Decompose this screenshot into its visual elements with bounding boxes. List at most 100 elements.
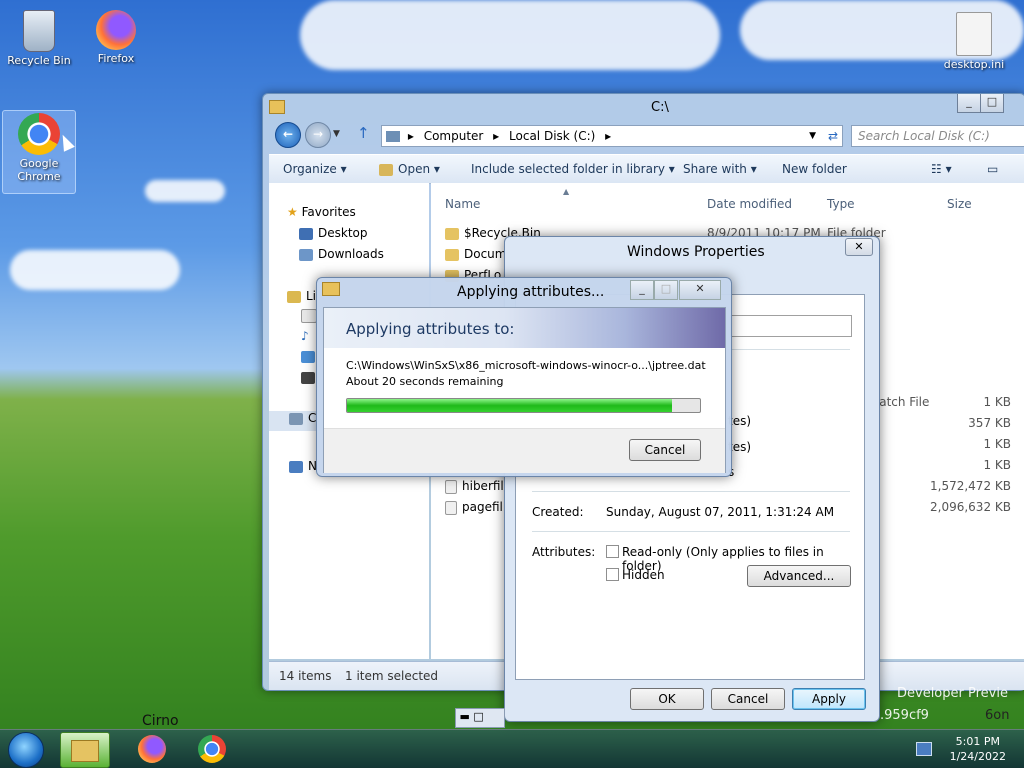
ok-button[interactable]: OK [630,688,704,710]
hidden-checkbox[interactable] [606,568,619,581]
progress-heading: Applying attributes to: [346,320,515,338]
library-pictures-icon[interactable] [301,351,315,363]
cloud [145,180,225,202]
start-orb-icon[interactable] [8,732,44,768]
collapsed-window-buttons[interactable]: ▬ □ [455,708,505,728]
desktop-icon-recycle-bin[interactable]: Recycle Bin [3,8,75,67]
cancel-button[interactable]: Cancel [629,439,701,461]
open-button[interactable]: Open ▾ [379,162,440,176]
address-dropdown-icon[interactable]: ▼ [809,126,816,146]
chrome-taskbar-button[interactable] [188,732,236,766]
new-folder-button[interactable]: New folder [782,162,847,176]
desktop-icon-label: desktop.ini [943,58,1005,71]
column-header-date[interactable]: Date modified [707,197,792,211]
clock-time: 5:01 PM [955,735,1000,748]
address-bar[interactable]: ▸ Computer ▸ Local Disk (C:) ▸ ▼ ⇄ [381,125,843,147]
desktop-icon-desktop-ini[interactable]: desktop.ini [938,10,1010,71]
minimize-button[interactable]: _ [957,94,981,113]
computer-icon [386,131,400,142]
progress-path: C:\Windows\WinSxS\x86_microsoft-windows-… [346,359,706,372]
forward-button-icon[interactable]: → [305,122,331,148]
table-row[interactable]: e 357 KB [871,416,1021,434]
column-header-size[interactable]: Size [947,197,972,211]
window-title: C:\ [651,100,669,115]
clock-date: 1/24/2022 [949,750,1006,763]
column-header-name[interactable]: Name [445,197,480,211]
explorer-taskbar-button[interactable] [60,732,110,768]
libraries-icon [287,290,301,303]
breadcrumb-separator-icon[interactable]: ▸ [605,129,611,143]
background-watermark-text: 6on [985,708,1010,723]
column-header-type[interactable]: Type [827,197,855,211]
minimize-button[interactable]: _ [630,280,654,300]
taskbar: 5:01 PM 1/24/2022 [0,729,1024,768]
navigation-bar: ← → ▼ ↑ ▸ Computer ▸ Local Disk (C:) ▸ ▼… [271,122,1024,148]
progress-bar [346,398,701,413]
dialog-title: Windows Properties [627,244,765,260]
progress-header-band: Applying attributes to: [324,308,725,348]
desktop-icon-google-chrome[interactable]: Google Chrome [2,110,76,194]
nav-favorites[interactable]: ★ Favorites [287,205,356,219]
nav-downloads[interactable]: Downloads [299,247,384,261]
table-row[interactable]: e 1 KB [871,437,1021,455]
desktop-icon-firefox[interactable]: Firefox [80,8,152,65]
applying-attributes-dialog[interactable]: Applying attributes... _ □ ✕ Applying at… [316,277,732,477]
progress-fill [347,399,672,412]
system-file-icon [445,479,457,494]
divider [532,531,850,533]
progress-footer: Cancel [324,428,725,473]
table-row[interactable]: e 1 KB [871,458,1021,476]
apply-button[interactable]: Apply [792,688,866,710]
name-field[interactable] [730,315,852,337]
nav-libraries[interactable]: Li [287,289,316,303]
maximize-button[interactable]: □ [980,94,1004,113]
progress-panel: Applying attributes to: C:\Windows\WinSx… [323,307,726,473]
close-button[interactable]: ✕ [845,238,873,256]
explorer-icon [71,740,99,762]
attributes-label: Attributes: [532,545,596,559]
recycle-bin-icon [23,10,55,52]
breadcrumb-separator-icon[interactable]: ▸ [493,129,499,143]
breadcrumb-local-disk[interactable]: Local Disk (C:) [509,129,595,143]
nav-network[interactable]: N [289,459,317,473]
time-remaining: About 20 seconds remaining [346,375,504,388]
background-watermark-text: Developer Previe [897,686,1008,701]
progress-title: Applying attributes... [457,284,605,300]
share-with-button[interactable]: Share with ▾ [683,162,757,176]
recent-pages-dropdown-icon[interactable]: ▼ [333,129,340,139]
up-level-icon[interactable]: ↑ [357,124,370,142]
scroll-area [876,370,1016,394]
sort-arrow-icon: ▲ [563,187,570,196]
clock[interactable]: 5:01 PM 1/24/2022 [950,734,1006,764]
cancel-button[interactable]: Cancel [711,688,785,710]
view-options-icon[interactable]: ☷ ▾ [931,162,952,176]
organize-button[interactable]: Organize ▾ [283,162,347,176]
nav-desktop[interactable]: Desktop [299,226,368,240]
readonly-checkbox[interactable] [606,545,619,558]
include-in-library-button[interactable]: Include selected folder in library ▾ [471,162,675,176]
desktop-icon-label: Recycle Bin [7,54,71,67]
library-videos-icon[interactable] [301,372,315,384]
firefox-taskbar-button[interactable] [128,732,176,766]
divider [532,491,850,493]
refresh-icon[interactable]: ⇄ [828,126,838,146]
explorer-app-icon [269,100,285,114]
search-input[interactable]: Search Local Disk (C:) [851,125,1024,147]
breadcrumb-computer[interactable]: Computer [424,129,484,143]
settings-file-icon [956,12,992,56]
network-tray-icon[interactable] [916,742,932,756]
library-music-icon[interactable]: ♪ [301,329,309,343]
desktop-icon-label: Firefox [97,52,135,65]
cloud [300,0,720,70]
hidden-label[interactable]: Hidden [622,568,665,582]
table-row[interactable]: Batch File 1 KB [871,395,1021,413]
back-button-icon[interactable]: ← [275,122,301,148]
system-file-icon [445,500,457,515]
library-documents-icon[interactable] [301,309,317,323]
maximize-button[interactable]: □ [654,280,678,300]
advanced-button[interactable]: Advanced... [747,565,851,587]
close-button[interactable]: ✕ [679,280,721,300]
preview-pane-icon[interactable]: ▭ [987,162,998,176]
breadcrumb-separator-icon[interactable]: ▸ [408,129,414,143]
desktop-icon-label: Google Chrome [17,157,61,183]
